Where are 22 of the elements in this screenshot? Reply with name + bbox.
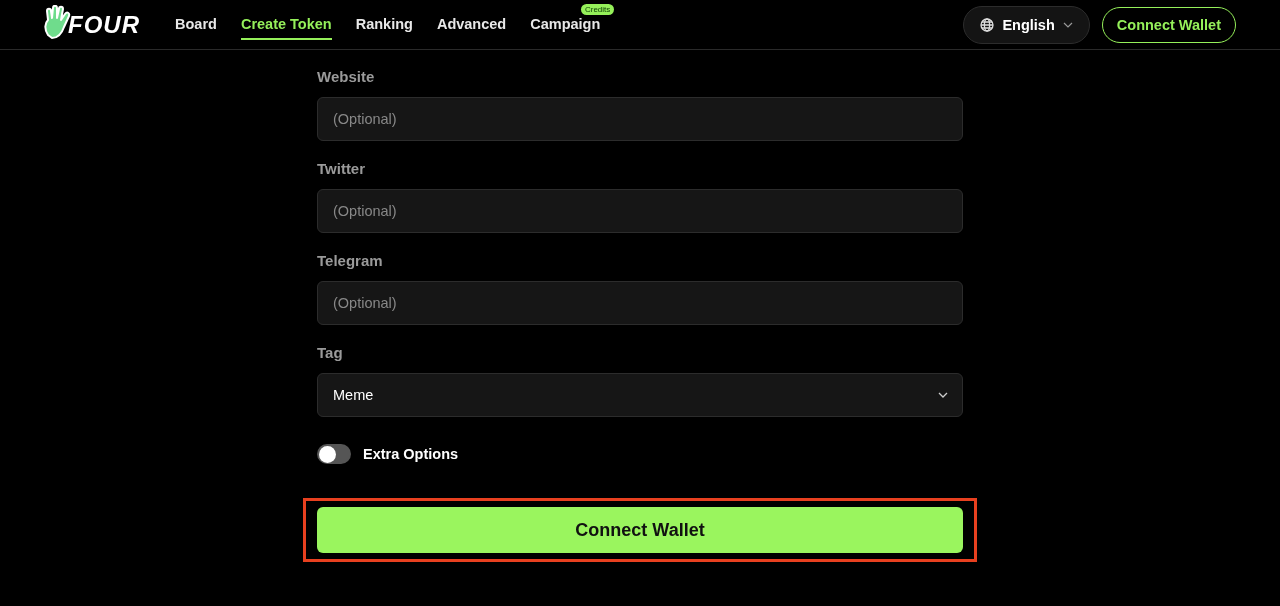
- nav-link[interactable]: Create Token: [240, 9, 332, 40]
- nav-link[interactable]: Board: [175, 9, 217, 40]
- connect-wallet-button[interactable]: Connect Wallet: [1101, 6, 1236, 43]
- field-label: Tag: [317, 344, 344, 361]
- input-field[interactable]: (Optional): [317, 97, 963, 141]
- input-field[interactable]: (Optional): [317, 189, 963, 233]
- nav-link[interactable]: Advanced: [436, 9, 507, 40]
- field-label: Twitter: [317, 160, 367, 177]
- field-label: Website: [317, 68, 376, 85]
- globe-icon: [980, 17, 995, 32]
- toggle-label: Extra Options: [363, 446, 459, 462]
- nav-link[interactable]: Ranking: [355, 9, 413, 40]
- field-label: Telegram: [317, 252, 384, 269]
- input-field[interactable]: (Optional): [317, 281, 963, 325]
- logo-text[interactable]: FOUR: [68, 10, 140, 39]
- toggle-switch[interactable]: [317, 444, 351, 464]
- chevron-down-icon: [938, 392, 948, 398]
- connect-wallet-button[interactable]: Connect Wallet: [317, 507, 963, 553]
- chevron-down-icon: [1062, 21, 1073, 28]
- tag-select[interactable]: Meme: [317, 373, 963, 417]
- credits-badge: Credits: [580, 3, 615, 15]
- language-button[interactable]: English: [963, 5, 1090, 44]
